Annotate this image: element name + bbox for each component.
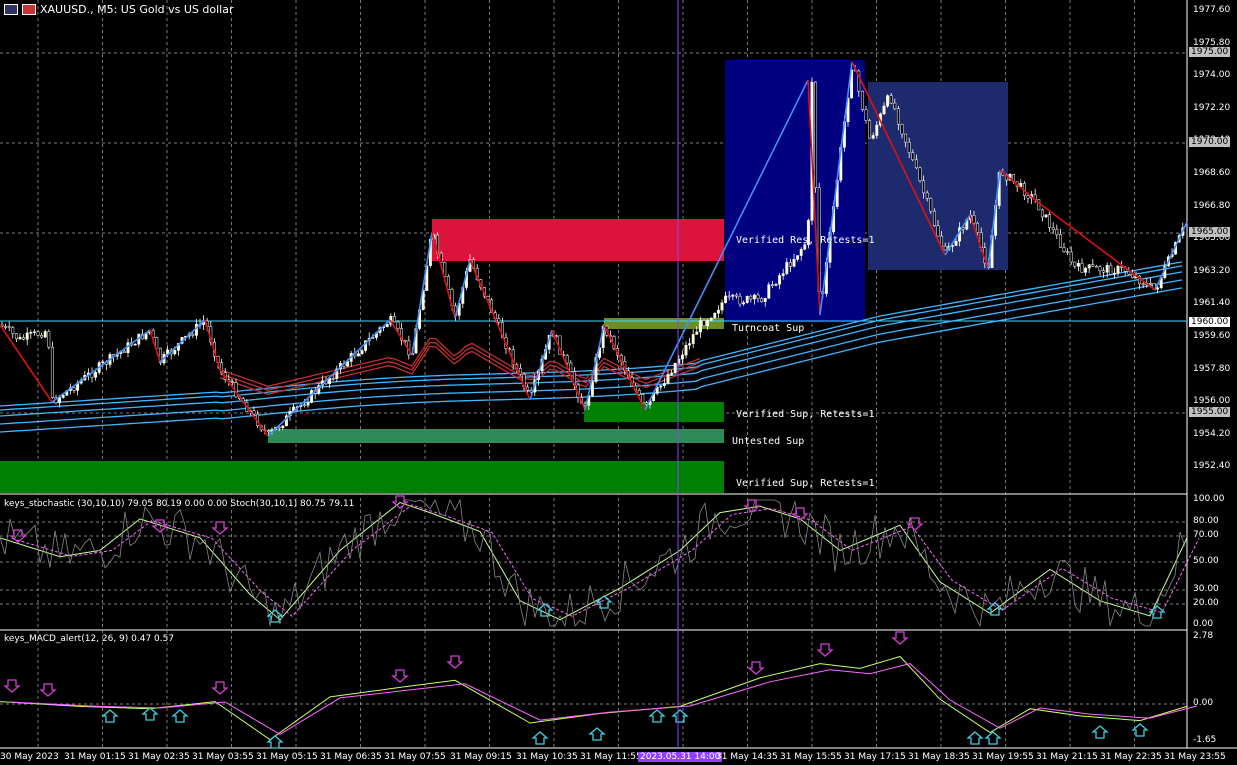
range-box-1 (725, 60, 865, 322)
zone-label-sup1: Verified Sup, Retests=1 (736, 409, 875, 420)
zone-verified-sup-1 (584, 402, 724, 422)
buy-arrow-icon (171, 709, 189, 723)
time-tick: 31 May 14:35 (716, 752, 778, 762)
price-tick: 1961.40 (1193, 298, 1231, 309)
stoch-tick: 100.00 (1193, 494, 1225, 504)
price-tag: 1955.00 (1189, 407, 1231, 417)
zone-verified-res (432, 219, 724, 261)
buy-arrow-icon (266, 735, 284, 749)
buy-arrow-icon (141, 707, 159, 721)
price-tick: 1977.60 (1193, 5, 1231, 15)
time-tick: 31 May 07:55 (384, 752, 446, 762)
zone-turncoat-sup (604, 318, 724, 329)
macd-tick: 0.00 (1193, 698, 1214, 708)
macd-pane (0, 655, 1198, 741)
stoch-tick: 50.00 (1193, 556, 1219, 566)
sell-arrow-icon (39, 683, 57, 697)
time-tick: 31 May 22:35 (1100, 752, 1162, 762)
price-tick: 1952.40 (1193, 461, 1231, 472)
sell-arrow-icon (211, 521, 229, 535)
buy-arrow-icon (595, 595, 613, 609)
price-tick: 1972.20 (1193, 102, 1231, 113)
price-tag: 1975.00 (1189, 47, 1231, 57)
buy-arrow-icon (984, 731, 1002, 745)
price-tag: 1970.00 (1189, 137, 1231, 147)
zone-verified-sup-2 (0, 461, 724, 493)
time-tick: 31 May 21:15 (1036, 752, 1098, 762)
sell-arrow-icon (3, 679, 21, 693)
time-tick: 31 May 09:15 (450, 752, 512, 762)
price-tag: 1960.00 (1189, 317, 1231, 327)
time-tick: 31 May 15:55 (780, 752, 842, 762)
stoch-tick: 0.00 (1193, 619, 1214, 629)
price-tick: 1959.60 (1193, 331, 1231, 341)
price-tick: 1957.80 (1193, 363, 1231, 374)
price-tag: 1965.00 (1189, 227, 1231, 237)
time-tick: 31 May 02:35 (128, 752, 190, 762)
macd-tick: -1.65 (1193, 735, 1217, 745)
time-tick: 31 May 19:55 (972, 752, 1034, 762)
time-tick: 31 May 18:35 (908, 752, 970, 762)
stoch-tick: 80.00 (1193, 516, 1219, 526)
price-tick: 1966.80 (1193, 200, 1231, 211)
stoch-tick: 70.00 (1193, 530, 1219, 540)
zone-label-turncoat: Turncoat Sup (732, 323, 805, 334)
buy-arrow-icon (588, 727, 606, 741)
price-tick: 1954.20 (1193, 428, 1231, 439)
price-tick: 1974.00 (1193, 70, 1231, 81)
time-tick: 31 May 06:35 (320, 752, 382, 762)
time-tick: 31 May 10:35 (516, 752, 578, 762)
sell-arrow-icon (816, 643, 834, 657)
sell-arrow-icon (747, 661, 765, 675)
buy-arrow-icon (1091, 725, 1109, 739)
time-tick: 31 May 11:55 (580, 752, 642, 762)
stoch-tick: 30.00 (1193, 584, 1219, 594)
time-tick: 31 May 01:15 (64, 752, 126, 762)
buy-arrow-icon (966, 731, 984, 745)
price-tick: 1956.00 (1193, 396, 1231, 407)
time-tick: 30 May 2023 (0, 752, 59, 762)
buy-arrow-icon (531, 731, 549, 745)
buy-arrow-icon (1131, 723, 1149, 737)
stoch-label: keys_stochastic (30,10,10) 79.05 80.19 0… (4, 499, 355, 509)
zone-label-res: Verified Res, Retests=1 (736, 235, 875, 246)
time-tick: 31 May 03:55 (192, 752, 254, 762)
time-tick: 31 May 23:55 (1164, 752, 1226, 762)
buy-arrow-icon (1148, 605, 1166, 619)
sell-arrow-icon (391, 669, 409, 683)
buy-arrow-icon (101, 709, 119, 723)
macd-tick: 2.78 (1193, 631, 1214, 641)
zone-label-sup2: Verified Sup, Retests=1 (736, 478, 875, 489)
buy-arrow-icon (671, 709, 689, 723)
sell-arrow-icon (891, 631, 909, 645)
sell-arrow-icon (211, 681, 229, 695)
chart-canvas[interactable] (0, 0, 1237, 765)
time-tick: 31 May 05:15 (256, 752, 318, 762)
stoch-tick: 20.00 (1193, 598, 1219, 608)
price-tick: 1968.60 (1193, 168, 1231, 178)
zone-untested-sup (268, 429, 724, 443)
price-tick: 1963.20 (1193, 265, 1231, 276)
zone-label-untested: Untested Sup (732, 436, 805, 447)
macd-label: keys_MACD_alert(12, 26, 9) 0.47 0.57 (4, 634, 175, 644)
sell-arrow-icon (446, 655, 464, 669)
buy-arrow-icon (648, 709, 666, 723)
time-cursor-label: 2023.05.31 14:00 (638, 752, 723, 762)
signal-arrows (3, 495, 1166, 749)
sell-arrow-icon (906, 517, 924, 531)
time-tick: 31 May 17:15 (844, 752, 906, 762)
